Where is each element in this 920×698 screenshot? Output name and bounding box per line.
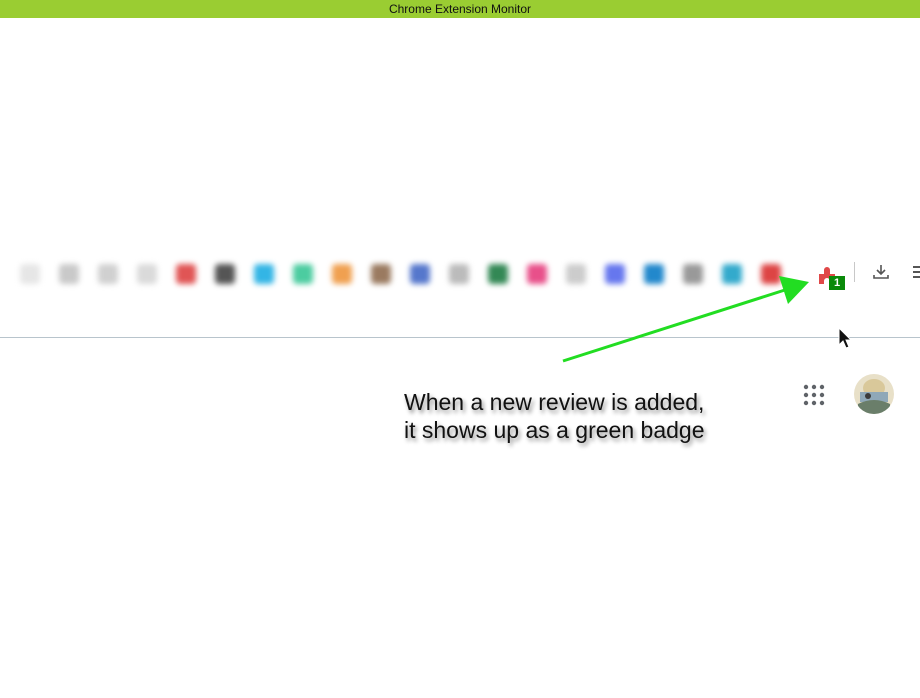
blurred-extension-icon[interactable] xyxy=(293,264,313,284)
blurred-extension-icon[interactable] xyxy=(59,264,79,284)
annotation-line-2: it shows up as a green badge xyxy=(404,417,705,443)
blurred-extension-icon[interactable] xyxy=(371,264,391,284)
blurred-extension-icon[interactable] xyxy=(722,264,742,284)
annotation-arrow xyxy=(562,276,809,363)
toolbar-divider xyxy=(0,337,920,338)
download-icon[interactable] xyxy=(871,262,891,282)
blurred-extension-icon[interactable] xyxy=(332,264,352,284)
window-title-bar: Chrome Extension Monitor xyxy=(0,0,920,18)
annotation-text: When a new review is added, it shows up … xyxy=(404,388,764,444)
blurred-extension-icons xyxy=(20,254,805,294)
blurred-extension-icon[interactable] xyxy=(488,264,508,284)
mouse-cursor-icon xyxy=(838,327,853,349)
annotation-line-1: When a new review is added, xyxy=(404,389,705,415)
blurred-extension-icon[interactable] xyxy=(527,264,547,284)
blurred-extension-icon[interactable] xyxy=(20,264,40,284)
blurred-extension-icon[interactable] xyxy=(449,264,469,284)
blurred-extension-icon[interactable] xyxy=(566,264,586,284)
blurred-extension-icon[interactable] xyxy=(137,264,157,284)
blurred-extension-icon[interactable] xyxy=(176,264,196,284)
blurred-extension-icon[interactable] xyxy=(761,264,781,284)
window-title: Chrome Extension Monitor xyxy=(388,2,532,16)
menu-icon[interactable] xyxy=(911,262,920,282)
blurred-extension-icon[interactable] xyxy=(98,264,118,284)
blurred-extension-icon[interactable] xyxy=(683,264,703,284)
apps-grid-icon[interactable] xyxy=(802,383,826,407)
user-avatar[interactable] xyxy=(854,374,894,414)
blurred-extension-icon[interactable] xyxy=(254,264,274,284)
blurred-extension-icon[interactable] xyxy=(410,264,430,284)
blurred-extension-icon[interactable] xyxy=(644,264,664,284)
browser-toolbar xyxy=(0,254,920,294)
blurred-extension-icon[interactable] xyxy=(215,264,235,284)
review-count-badge: 1 xyxy=(829,276,845,290)
toolbar-separator xyxy=(854,262,855,282)
blurred-extension-icon[interactable] xyxy=(605,264,625,284)
